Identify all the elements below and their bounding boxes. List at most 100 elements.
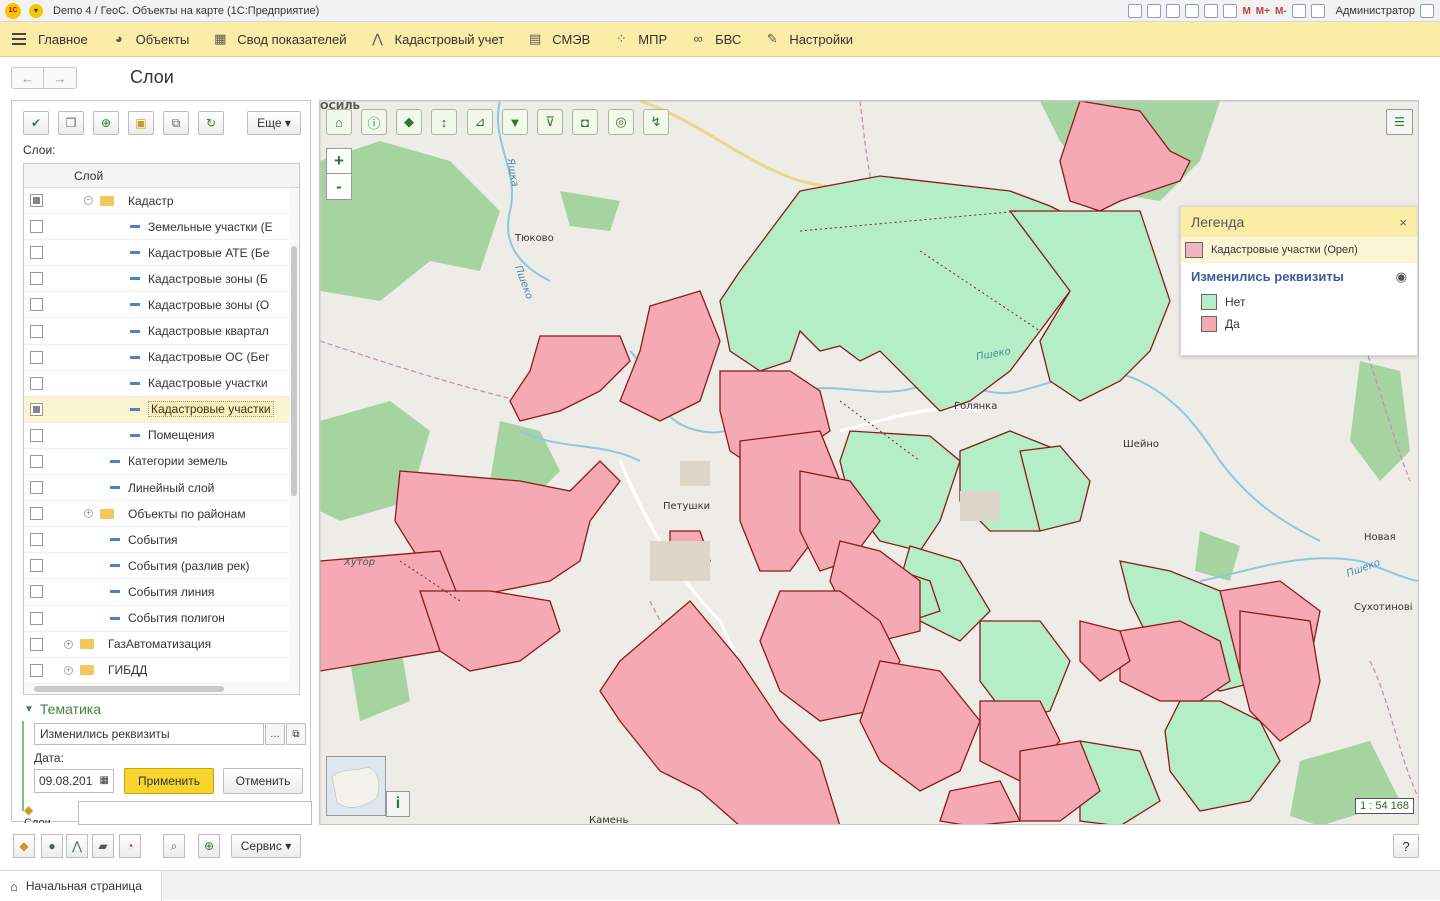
layer-row[interactable]: − Кадастр <box>24 188 299 215</box>
layer-row[interactable]: Кадастровые участки <box>24 371 299 397</box>
column-header-layer[interactable]: Слой <box>24 164 299 188</box>
expand-icon[interactable]: + <box>64 665 73 675</box>
calendar-icon[interactable] <box>1223 4 1238 18</box>
measure-distance-icon[interactable]: ↕ <box>431 109 457 135</box>
calendar-icon[interactable]: ▦ <box>100 775 109 786</box>
layer-row[interactable]: Кадастровые участки <box>24 396 299 423</box>
home-page-tab[interactable]: ⌂ Начальная страница <box>0 871 162 901</box>
section-objects[interactable]: ◕ Объекты <box>112 32 190 47</box>
scroll-thumb[interactable] <box>34 686 224 692</box>
layer-row[interactable]: Помещения <box>24 423 299 449</box>
layer-row[interactable]: Кадастровые ОС (Бег <box>24 345 299 371</box>
layer-checkbox[interactable] <box>30 454 43 468</box>
copy-layer-icon[interactable]: ⧉ <box>163 111 189 135</box>
apply-button[interactable]: Применить <box>124 768 214 794</box>
layer-checkbox[interactable] <box>30 220 43 234</box>
select-button[interactable]: … <box>265 723 285 745</box>
memory-button[interactable]: M <box>1242 6 1250 17</box>
upload-icon[interactable] <box>1166 4 1181 18</box>
service-menu-button[interactable]: Сервис ▾ <box>231 834 301 858</box>
help-button[interactable]: ? <box>1393 834 1419 858</box>
section-mpr[interactable]: ⁘ МПР <box>614 32 667 47</box>
section-settings[interactable]: ✎ Настройки <box>765 32 853 47</box>
memory-minus-button[interactable]: M- <box>1275 6 1287 17</box>
thematic-field[interactable]: Изменились реквизиты <box>34 723 264 745</box>
horizontal-scrollbar[interactable] <box>24 684 299 694</box>
layer-row[interactable]: События полигон <box>24 606 299 632</box>
layer-row[interactable]: + ГазАвтоматизация <box>24 632 299 658</box>
info-button[interactable]: i <box>386 791 410 817</box>
pan-icon[interactable]: ◆ <box>396 109 422 135</box>
section-bvs[interactable]: ∞ БВС <box>691 32 742 47</box>
layer-checkbox[interactable] <box>30 194 43 208</box>
layer-checkbox[interactable] <box>30 428 43 442</box>
route-icon[interactable]: ↯ <box>643 109 669 135</box>
layer-checkbox[interactable] <box>30 246 43 260</box>
filter-area-icon[interactable]: ▼ <box>502 109 528 135</box>
layer-checkbox[interactable] <box>30 533 43 547</box>
expand-icon[interactable]: + <box>64 639 73 649</box>
layer-row[interactable]: События <box>24 527 299 554</box>
check-all-icon[interactable]: ✔ <box>23 111 49 135</box>
thematic-section-toggle[interactable]: ▼ Тематика <box>24 701 101 717</box>
panels-icon[interactable] <box>1310 4 1325 18</box>
layer-checkbox[interactable] <box>30 507 43 521</box>
layer-checkbox[interactable] <box>30 663 43 677</box>
zoom-out-button[interactable]: - <box>327 174 351 199</box>
palette-icon[interactable]: ◉ <box>1396 269 1407 285</box>
scroll-thumb[interactable] <box>291 246 297 496</box>
layer-checkbox[interactable] <box>30 350 43 364</box>
legend-layer-row[interactable]: Кадастровые участки (Орел) <box>1181 237 1417 263</box>
add-icon[interactable]: ⊕ <box>93 111 119 135</box>
layer-checkbox[interactable] <box>30 559 43 573</box>
search-icon[interactable]: ⌕ <box>163 834 185 858</box>
menu-icon[interactable] <box>12 33 26 45</box>
layer-row[interactable]: Линейный слой <box>24 475 299 502</box>
layer-row[interactable]: События (разлив рек) <box>24 553 299 580</box>
layer-checkbox[interactable] <box>30 272 43 286</box>
main-menu-icon[interactable]: ▾ <box>29 3 43 18</box>
refresh-icon[interactable]: ↻ <box>198 111 224 135</box>
layer-row[interactable]: + Объекты по районам <box>24 501 299 528</box>
layer-checkbox[interactable] <box>30 402 43 416</box>
layer-row[interactable]: События линия <box>24 579 299 606</box>
vertical-scrollbar[interactable] <box>289 188 299 684</box>
home-icon[interactable]: ⌂ <box>326 109 352 135</box>
layer-checkbox[interactable] <box>30 585 43 599</box>
section-main[interactable]: Главное <box>38 32 88 47</box>
measure-area-icon[interactable]: ⊿ <box>467 109 493 135</box>
compass-icon[interactable]: ⋀ <box>66 834 88 858</box>
filter-icon[interactable]: ⊽ <box>537 109 563 135</box>
save-icon[interactable] <box>1128 4 1143 18</box>
zoom-icon[interactable] <box>1291 4 1306 18</box>
section-smev[interactable]: ▤ СМЭВ <box>528 32 590 47</box>
locate-icon[interactable]: ◎ <box>608 109 634 135</box>
layers-icon[interactable]: ◆ <box>13 834 35 858</box>
layer-checkbox[interactable] <box>30 298 43 312</box>
marker-icon[interactable]: ● <box>41 834 63 858</box>
info-icon[interactable]: ⓘ <box>361 109 387 135</box>
select-region-icon[interactable]: ◘ <box>572 109 598 135</box>
copy-icon[interactable]: ❐ <box>58 111 84 135</box>
layer-row[interactable]: + ГИБДД <box>24 658 299 684</box>
expand-icon[interactable]: + <box>84 509 93 519</box>
forward-button[interactable]: → <box>44 67 77 89</box>
crosshair-icon[interactable]: ⊕ <box>198 834 220 858</box>
add-folder-icon[interactable]: ▣ <box>128 111 154 135</box>
layer-row[interactable]: Кадастровые зоны (О <box>24 292 299 319</box>
layer-checkbox[interactable] <box>30 481 43 495</box>
chart-pie-icon[interactable]: ◔ <box>119 834 141 858</box>
layer-checkbox[interactable] <box>30 637 43 651</box>
layer-row[interactable]: Кадастровые квартал <box>24 318 299 345</box>
overview-map[interactable] <box>326 756 386 816</box>
vehicle-icon[interactable]: ▰ <box>92 834 114 858</box>
map-view[interactable]: Тюково Голянка Шейно Петушки Новая Сухот… <box>319 100 1419 825</box>
print-icon[interactable] <box>1147 4 1162 18</box>
date-field[interactable]: 09.08.201 ▦ <box>34 769 114 793</box>
cancel-button[interactable]: Отменить <box>223 768 303 794</box>
layer-checkbox[interactable] <box>30 611 43 625</box>
zoom-in-button[interactable]: + <box>327 149 351 174</box>
spreadsheet-icon[interactable] <box>1204 4 1219 18</box>
collapse-icon[interactable]: − <box>84 196 93 206</box>
layer-row[interactable]: Кадастровые зоны (Б <box>24 266 299 293</box>
